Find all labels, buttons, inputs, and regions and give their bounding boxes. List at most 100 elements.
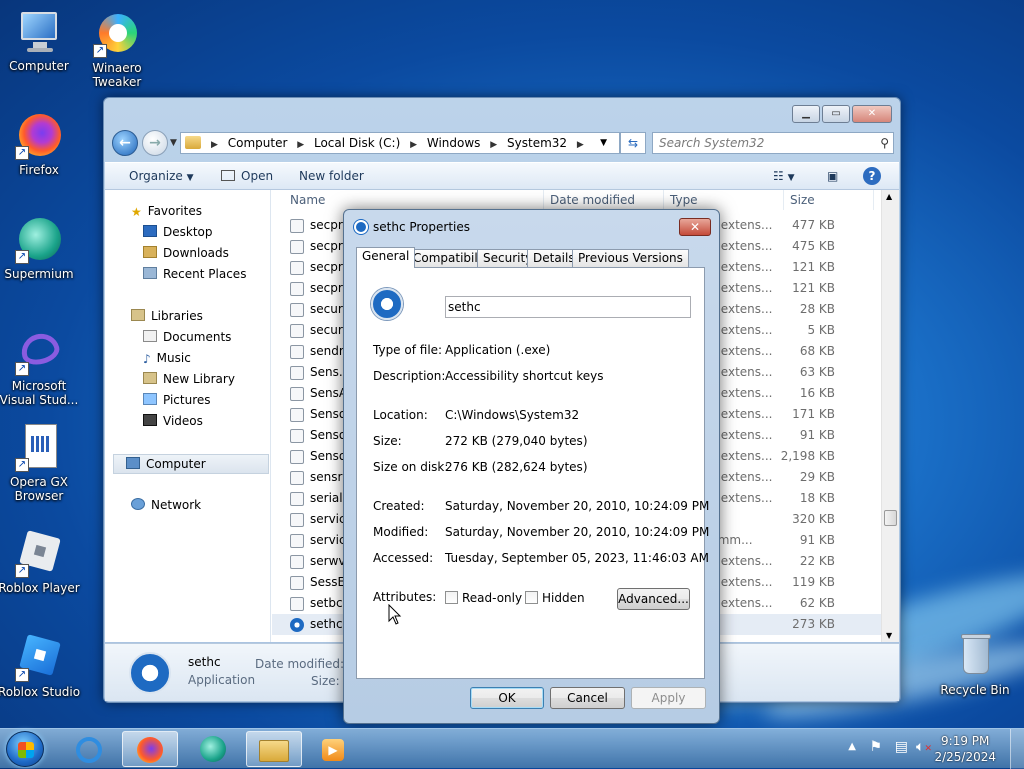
column-header-size[interactable]: Size xyxy=(784,190,874,210)
pictures-icon xyxy=(143,393,157,405)
nav-network[interactable]: Network xyxy=(131,498,201,512)
nav-libraries[interactable]: Libraries xyxy=(131,309,203,323)
taskbar-media-player[interactable]: ▶ xyxy=(306,731,362,767)
column-header-type[interactable]: Type xyxy=(664,190,784,210)
organize-button[interactable]: Organize ▼ xyxy=(129,169,194,183)
nav-documents[interactable]: Documents xyxy=(143,330,231,344)
scroll-up-icon[interactable]: ▲ xyxy=(886,192,892,201)
readonly-checkbox[interactable]: Read-only xyxy=(445,591,522,605)
dll-file-icon xyxy=(290,324,304,338)
search-icon[interactable]: ⚲ xyxy=(880,133,889,153)
desktop-icon-winaero[interactable]: ↗ Winaero Tweaker xyxy=(75,10,159,89)
dll-file-icon xyxy=(290,219,304,233)
cancel-button[interactable]: Cancel xyxy=(550,687,625,709)
back-button[interactable]: ← xyxy=(112,130,138,156)
recent-pages-dropdown-icon[interactable]: ▼ xyxy=(170,138,177,148)
close-button[interactable]: ✕ xyxy=(852,105,892,123)
nav-videos[interactable]: Videos xyxy=(143,414,203,428)
vertical-scrollbar[interactable]: ▲ ▼ xyxy=(881,190,899,642)
file-size: 320 KB xyxy=(792,512,835,526)
help-icon[interactable]: ? xyxy=(863,167,881,185)
file-size: 475 KB xyxy=(792,239,835,253)
desktop-icon-supermium[interactable]: ↗ Supermium xyxy=(0,216,81,281)
address-dropdown-icon[interactable]: ▼ xyxy=(600,133,607,153)
start-button[interactable] xyxy=(6,731,44,767)
dialog-close-button[interactable]: ✕ xyxy=(679,218,711,236)
action-center-flag-icon[interactable]: ⚑ xyxy=(869,739,882,755)
desktop-icon-computer[interactable]: Computer xyxy=(0,8,81,73)
created-label: Created: xyxy=(373,499,425,513)
show-desktop-button[interactable] xyxy=(1010,729,1024,769)
forward-button[interactable]: → xyxy=(142,130,168,156)
nav-recent-places[interactable]: Recent Places xyxy=(143,267,246,281)
scrollbar-thumb[interactable] xyxy=(884,510,897,526)
desktop-icon-recycle-bin[interactable]: Recycle Bin xyxy=(933,632,1017,697)
network-status-icon[interactable]: ▤ xyxy=(895,739,908,755)
details-date-label: Date modified: 1 xyxy=(255,657,356,671)
tab-previous-versions[interactable]: Previous Versions xyxy=(572,249,689,267)
column-header-date-modified[interactable]: Date modified xyxy=(544,190,664,210)
created-value: Saturday, November 20, 2010, 10:24:09 PM xyxy=(445,499,710,513)
maximize-button[interactable]: ▭ xyxy=(822,105,850,123)
breadcrumb-computer[interactable]: Computer xyxy=(228,136,288,150)
properties-dialog[interactable]: sethc Properties ✕ General Compatibility… xyxy=(343,209,720,724)
taskbar-supermium[interactable] xyxy=(186,731,242,767)
open-button[interactable]: Open xyxy=(221,169,273,183)
file-size: 62 KB xyxy=(799,596,835,610)
checkbox-box[interactable] xyxy=(445,591,458,604)
show-hidden-icons-icon[interactable]: ▲ xyxy=(848,741,856,752)
nav-music[interactable]: ♪ Music xyxy=(143,351,191,366)
nav-desktop[interactable]: Desktop xyxy=(143,225,213,239)
volume-muted-icon[interactable]: 🔈︎✕ xyxy=(916,739,932,755)
general-tab-panel: sethc Type of file: Application (.exe) D… xyxy=(356,267,709,679)
taskbar-explorer[interactable] xyxy=(246,731,302,767)
taskbar-firefox[interactable] xyxy=(122,731,178,767)
nav-downloads[interactable]: Downloads xyxy=(143,246,229,260)
desktop-icon-roblox-player[interactable]: ↗ Roblox Player xyxy=(0,530,81,595)
visual-studio-icon: ↗ xyxy=(15,328,63,376)
taskbar-internet-explorer[interactable] xyxy=(62,731,118,767)
minimize-button[interactable]: ▁ xyxy=(792,105,820,123)
new-folder-button[interactable]: New folder xyxy=(299,169,364,183)
music-icon: ♪ xyxy=(143,352,151,366)
sethc-large-icon xyxy=(371,288,403,320)
desktop-icon-opera-gx[interactable]: ↗ Opera GX Browser xyxy=(0,424,81,503)
type-of-file-label: Type of file: xyxy=(373,343,443,357)
taskbar-clock[interactable]: 9:19 PM 2/25/2024 xyxy=(934,733,996,765)
apply-button[interactable]: Apply xyxy=(631,687,706,709)
dll-file-icon xyxy=(290,450,304,464)
dll-file-icon xyxy=(290,471,304,485)
dll-file-icon xyxy=(290,366,304,380)
advanced-button[interactable]: Advanced... xyxy=(617,588,690,610)
change-view-button[interactable]: ☷ ▼ xyxy=(773,169,795,183)
breadcrumb-windows[interactable]: Windows xyxy=(427,136,481,150)
ok-button[interactable]: OK xyxy=(470,687,544,709)
desktop-icon-firefox[interactable]: ↗ Firefox xyxy=(0,112,81,177)
breadcrumb-local-disk[interactable]: Local Disk (C:) xyxy=(314,136,400,150)
search-input[interactable]: Search System32 ⚲ xyxy=(652,132,894,154)
dll-file-icon xyxy=(290,240,304,254)
filename-input[interactable]: sethc xyxy=(445,296,691,318)
tab-general[interactable]: General xyxy=(356,247,416,268)
shortcut-arrow-icon: ↗ xyxy=(15,668,29,682)
address-bar[interactable]: ▶ Computer ▶ Local Disk (C:) ▶ Windows ▶… xyxy=(180,132,620,154)
preview-pane-button[interactable]: ▣ xyxy=(827,169,838,183)
scroll-down-icon[interactable]: ▼ xyxy=(886,631,892,640)
computer-icon xyxy=(126,457,140,469)
divider xyxy=(371,486,690,487)
location-label: Location: xyxy=(373,408,428,422)
nav-new-library[interactable]: New Library xyxy=(143,372,235,386)
desktop-icon-roblox-studio[interactable]: ↗ Roblox Studio xyxy=(0,634,81,699)
nav-pictures[interactable]: Pictures xyxy=(143,393,211,407)
file-size: 91 KB xyxy=(799,428,835,442)
column-header-name[interactable]: Name xyxy=(284,190,544,210)
refresh-button[interactable]: ⇆ xyxy=(620,132,646,154)
nav-favorites[interactable]: ★ Favorites xyxy=(131,204,202,219)
nav-computer[interactable]: Computer xyxy=(113,454,269,474)
desktop-icon-visual-studio[interactable]: ↗ Microsoft Visual Stud... xyxy=(0,328,81,407)
checkbox-box[interactable] xyxy=(525,591,538,604)
breadcrumb-system32[interactable]: System32 xyxy=(507,136,567,150)
media-player-icon: ▶ xyxy=(322,739,344,761)
file-size: 22 KB xyxy=(799,554,835,568)
hidden-checkbox[interactable]: Hidden xyxy=(525,591,585,605)
